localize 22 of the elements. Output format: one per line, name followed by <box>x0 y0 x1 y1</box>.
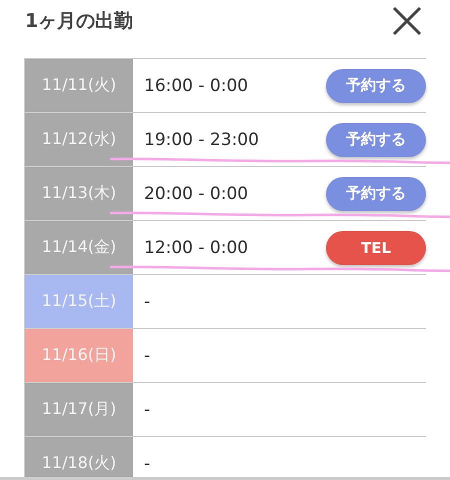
shift-time: 12:00 - 0:00 <box>144 238 248 258</box>
shift-time: 16:00 - 0:00 <box>144 76 248 96</box>
shift-time: - <box>144 454 150 474</box>
shift-time: 20:00 - 0:00 <box>144 184 248 204</box>
reserve-button[interactable]: 予約する <box>326 122 426 156</box>
dialog-title: 1ヶ月の出勤 <box>25 9 134 34</box>
date-cell: 11/12(水) <box>24 113 133 166</box>
date-cell: 11/15(土) <box>24 275 133 328</box>
date-cell: 11/18(火) <box>24 437 133 477</box>
date-cell: 11/13(木) <box>24 167 133 220</box>
close-icon[interactable] <box>392 6 422 36</box>
call-button[interactable]: TEL <box>326 230 426 264</box>
date-cell: 11/14(金) <box>24 221 133 274</box>
shift-time: - <box>144 400 150 420</box>
date-cell: 11/17(月) <box>24 383 133 436</box>
date-cell: 11/11(火) <box>24 59 133 112</box>
shift-time: 19:00 - 23:00 <box>144 130 259 150</box>
shift-time: - <box>144 292 150 312</box>
shift-time: - <box>144 346 150 366</box>
reserve-button[interactable]: 予約する <box>326 68 426 102</box>
reserve-button[interactable]: 予約する <box>326 176 426 210</box>
date-cell: 11/16(日) <box>24 329 133 382</box>
